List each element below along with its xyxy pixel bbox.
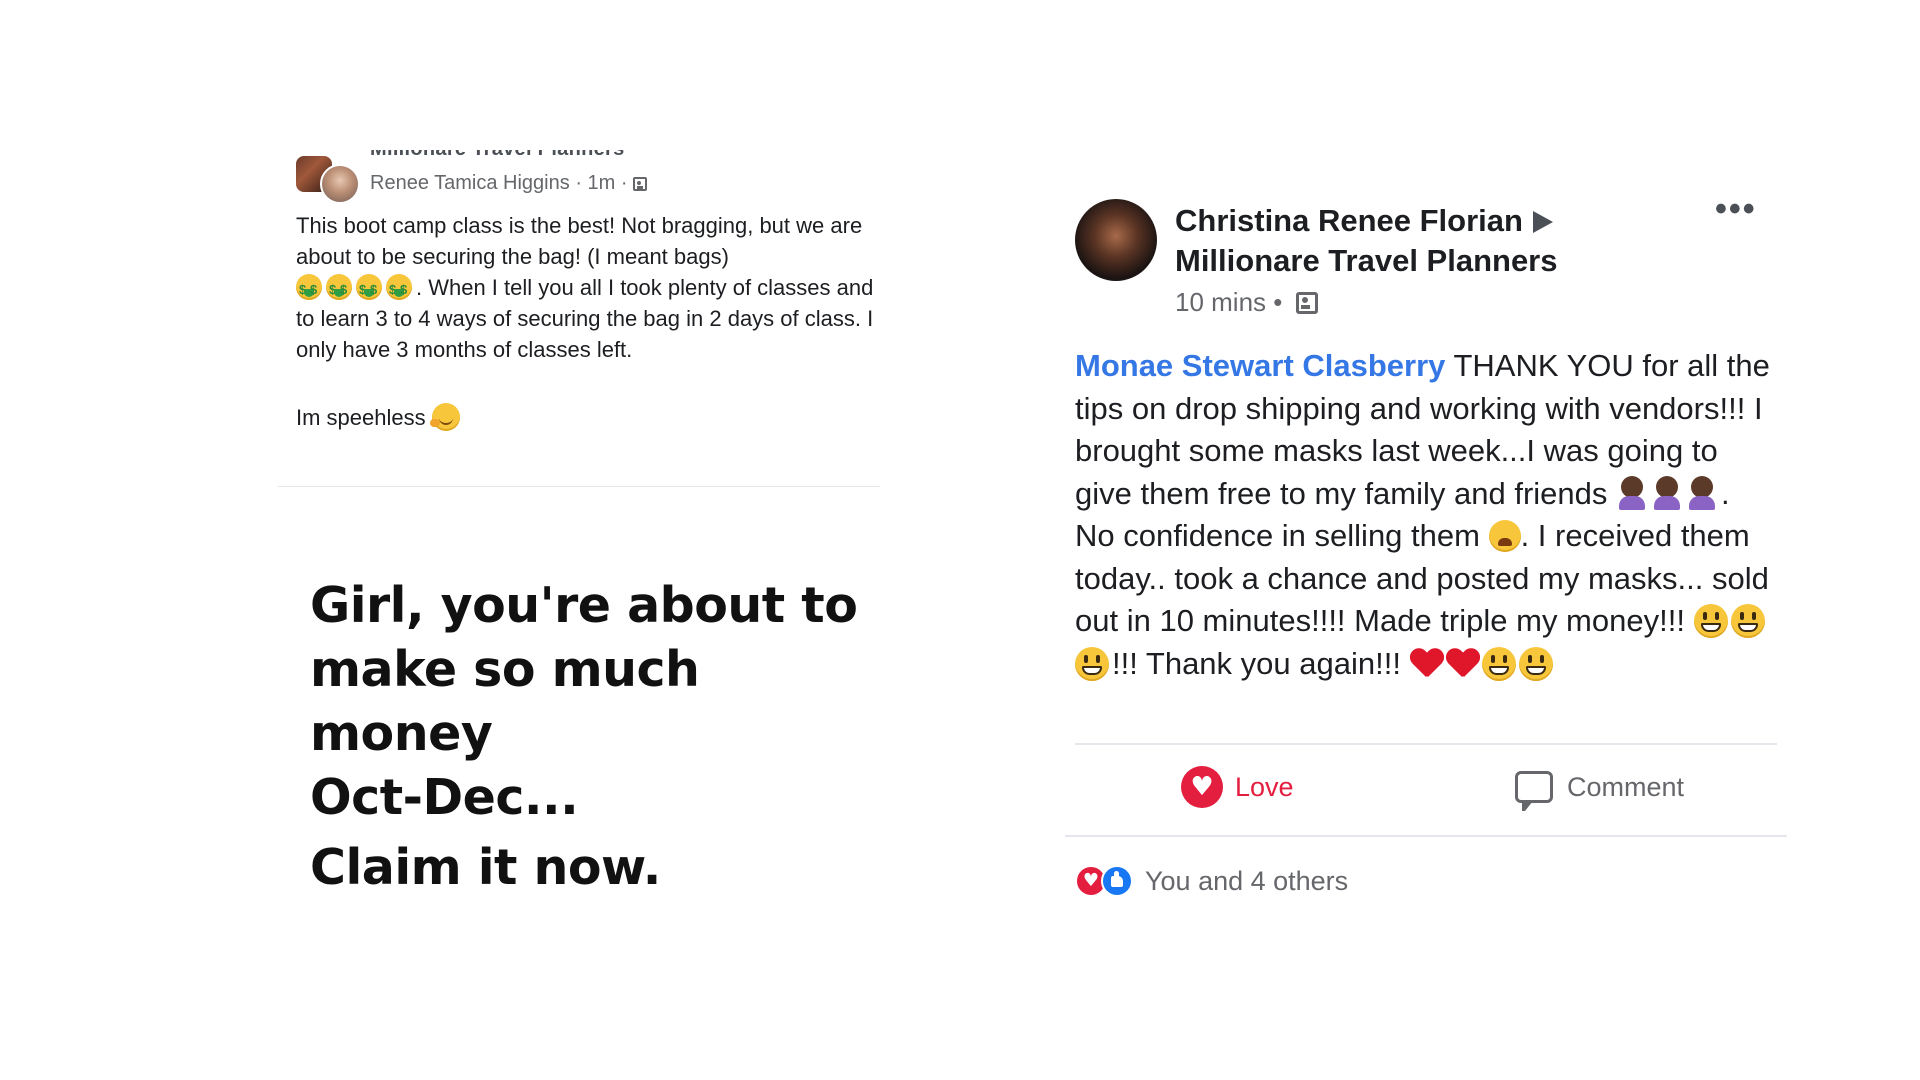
love-reaction-icon: [1181, 766, 1223, 808]
triangle-arrow-icon: [1532, 211, 1553, 233]
promo-line: Oct-Dec...: [310, 769, 579, 826]
woman-facepalming-emoji: [1686, 475, 1718, 510]
post-text-line: This boot camp class is the best! Not br…: [296, 213, 863, 269]
reactions-count[interactable]: You and 4 others: [1145, 866, 1348, 897]
grinning-face-emoji: [1518, 646, 1553, 681]
hugging-face-emoji: [429, 403, 460, 431]
group-name[interactable]: Millionare Travel Planners: [1175, 243, 1558, 278]
grinning-face-emoji: [1075, 646, 1109, 681]
promo-line: Girl, you're about to: [310, 577, 858, 634]
avatar-stack[interactable]: [296, 156, 360, 204]
weary-face-emoji: [1488, 520, 1521, 552]
post-title: Christina Renee Florian Millionare Trave…: [1175, 201, 1558, 281]
author-name[interactable]: Renee Tamica Higgins: [370, 172, 570, 194]
mention-link[interactable]: Monae Stewart Clasberry: [1075, 348, 1445, 383]
money-mouth-face-emoji: [326, 274, 352, 305]
group-privacy-icon: [1295, 292, 1318, 314]
divider: [278, 486, 880, 487]
post-meta: Renee Tamica Higgins · 1m ·: [370, 172, 648, 195]
post-actions: Love Comment: [1075, 747, 1777, 827]
like-reaction-icon: [1101, 865, 1133, 897]
author-name[interactable]: Christina Renee Florian: [1175, 203, 1523, 238]
group-privacy-icon: [633, 177, 648, 191]
more-options-icon[interactable]: •••: [1715, 192, 1757, 226]
money-mouth-face-emoji: [386, 274, 412, 305]
post-text-line: Im speehless: [296, 405, 426, 430]
comment-label: Comment: [1567, 771, 1685, 802]
woman-facepalming-emoji: [1616, 475, 1648, 510]
comment-icon: [1515, 771, 1553, 811]
woman-facepalming-emoji: [1651, 475, 1683, 510]
left-post-header: Millionare Travel Planners Renee Tamica …: [278, 150, 880, 204]
profile-avatar[interactable]: [1075, 199, 1157, 281]
comment-button[interactable]: Comment: [1515, 765, 1685, 811]
post-time[interactable]: 10 mins: [1175, 287, 1266, 317]
promo-cta: Claim it now.: [310, 839, 661, 896]
red-heart-emoji: [1446, 649, 1480, 679]
grinning-face-emoji: [1693, 604, 1728, 638]
left-post-card: Millionare Travel Planners Renee Tamica …: [278, 150, 880, 930]
post-text-segment: !!! Thank you again!!!: [1112, 645, 1410, 681]
divider: [1065, 835, 1787, 837]
grinning-face-emoji: [1730, 604, 1765, 638]
love-label: Love: [1235, 771, 1294, 802]
post-text: This boot camp class is the best! Not br…: [296, 210, 876, 433]
reactions-summary[interactable]: You and 4 others: [1075, 863, 1348, 899]
red-heart-emoji: [1410, 649, 1444, 679]
post-time[interactable]: 1m: [588, 172, 616, 194]
money-mouth-face-emoji: [356, 274, 382, 305]
post-text: Monae Stewart Clasberry THANK YOU for al…: [1075, 345, 1775, 685]
meta-separator: ·: [620, 172, 628, 194]
promo-headline: Girl, you're about to make so much money…: [310, 574, 880, 830]
post-text-line: . When I tell you all I took plenty of c…: [296, 275, 874, 362]
post-meta: 10 mins •: [1175, 287, 1318, 318]
divider: [1075, 743, 1777, 745]
love-button[interactable]: Love: [1181, 765, 1294, 809]
promo-image[interactable]: Girl, you're about to make so much money…: [278, 488, 880, 930]
promo-line: make so much money: [310, 641, 700, 762]
user-avatar[interactable]: [320, 164, 360, 204]
group-name[interactable]: Millionare Travel Planners: [370, 150, 625, 161]
meta-separator: •: [1273, 287, 1283, 317]
money-mouth-face-emoji: [296, 274, 322, 305]
right-post-card: Christina Renee Florian Millionare Trave…: [1065, 192, 1795, 915]
meta-separator: ·: [575, 172, 582, 194]
grinning-face-emoji: [1481, 646, 1516, 681]
